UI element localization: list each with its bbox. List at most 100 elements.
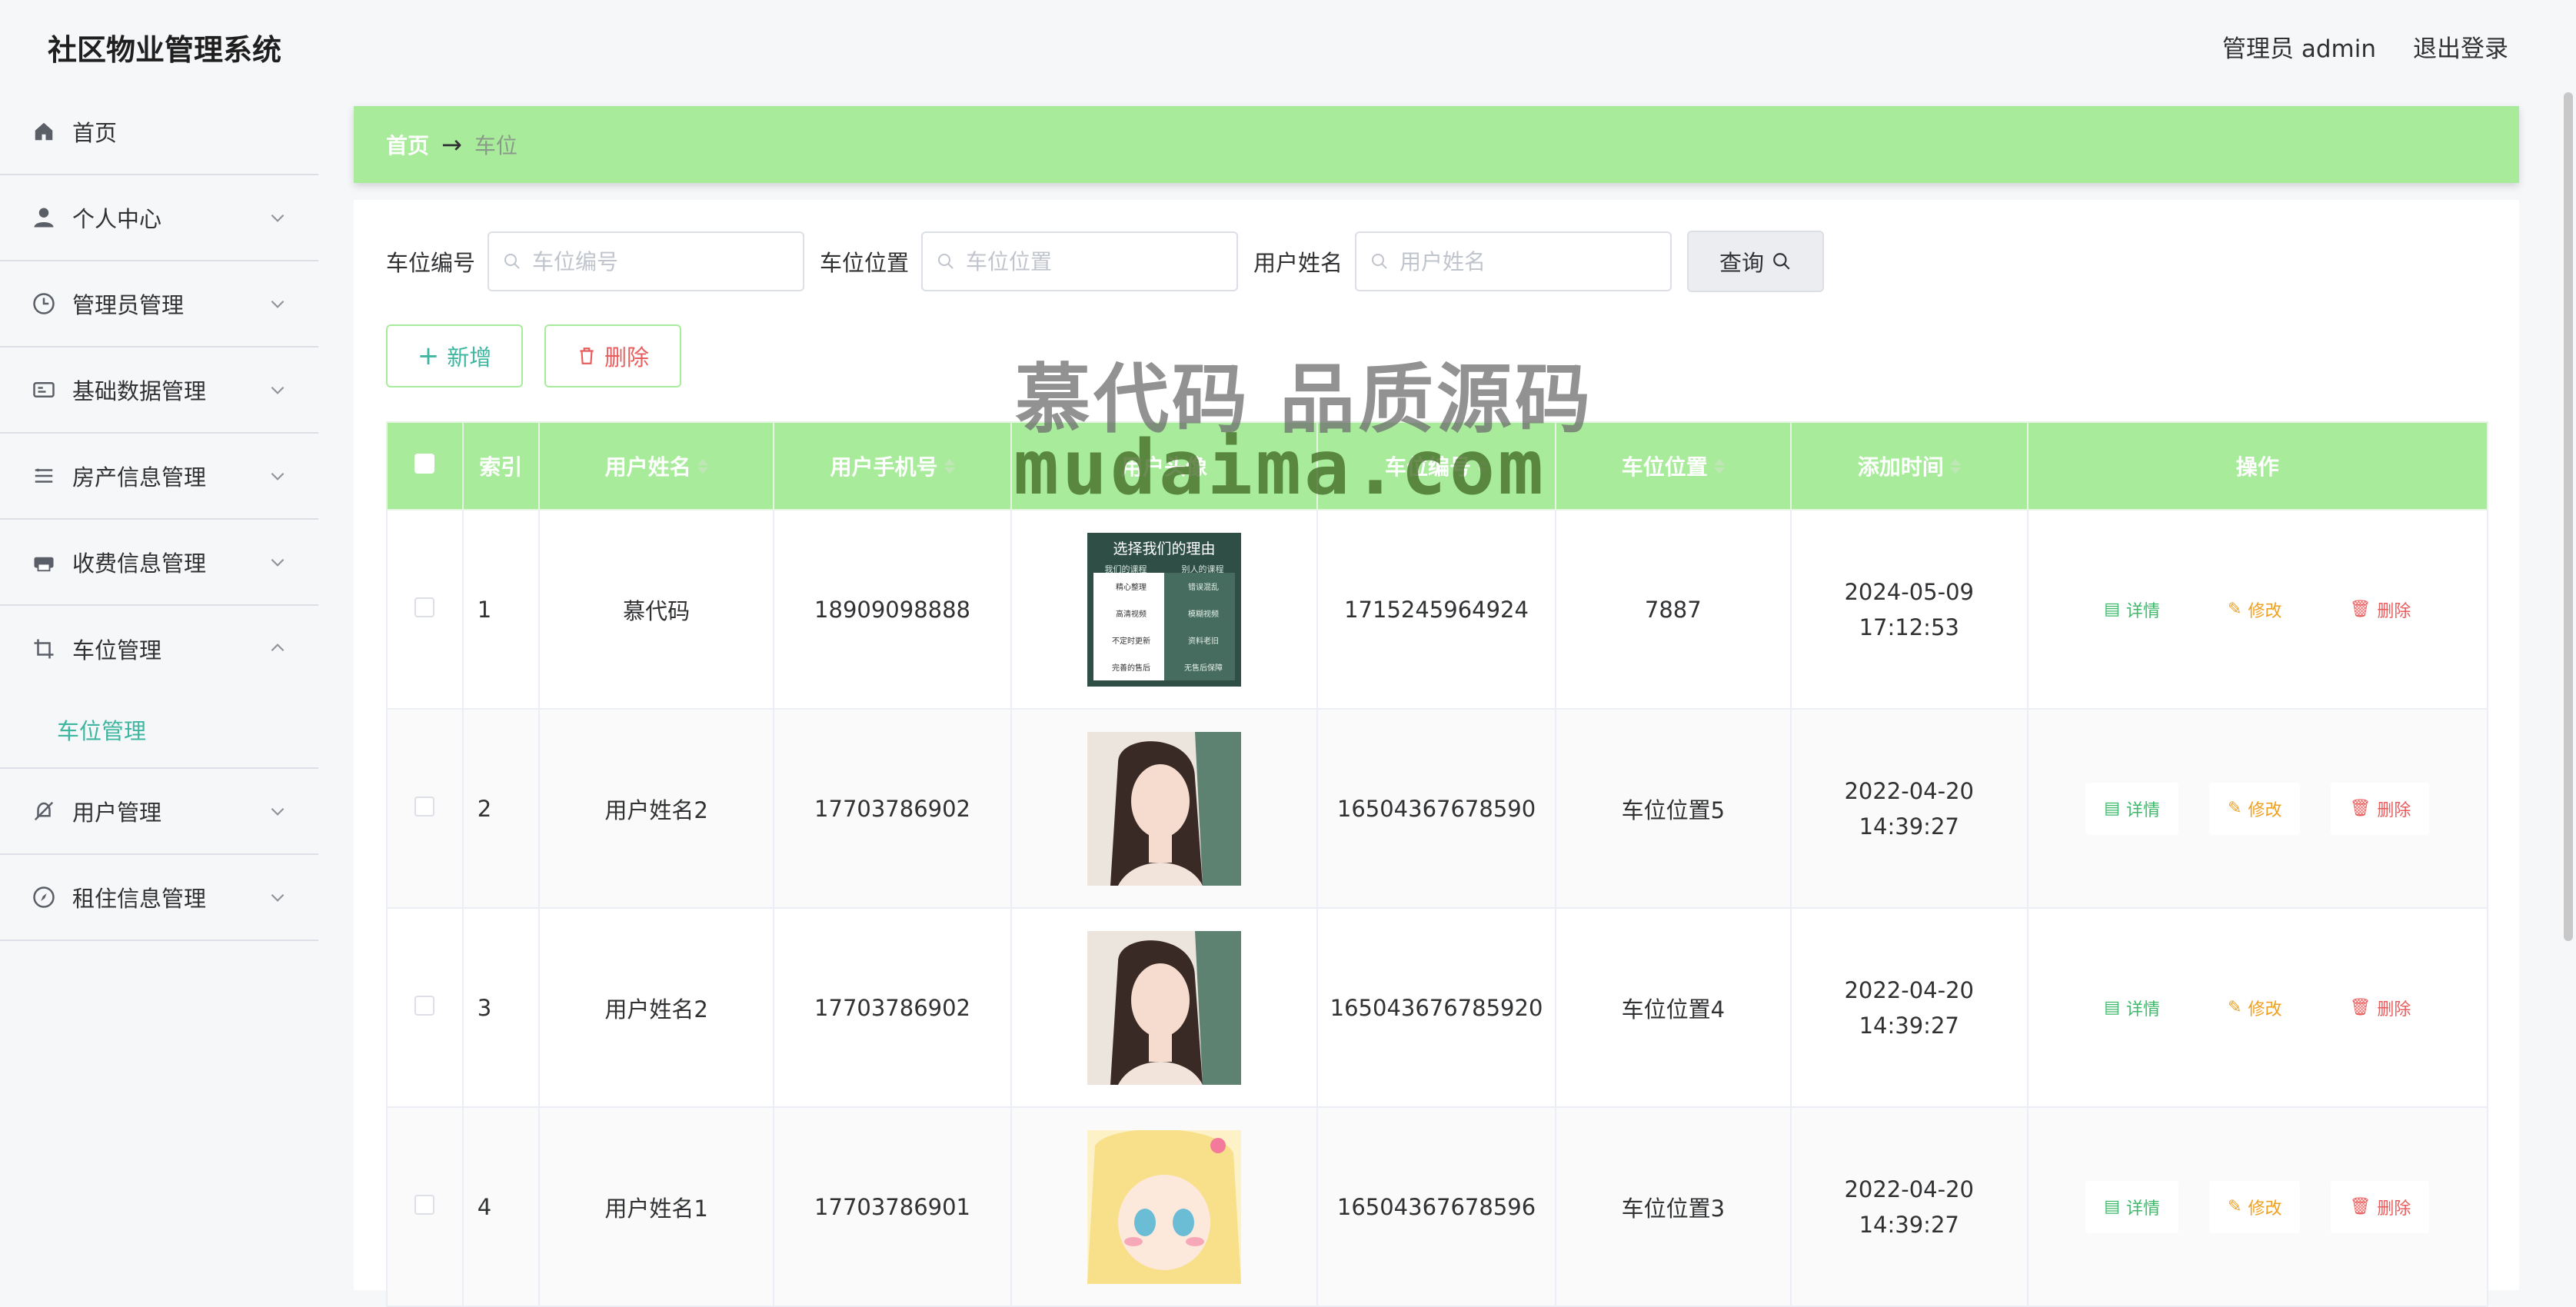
add-button[interactable]: + 新增 [386, 324, 523, 387]
edit-button[interactable]: ✎ 修改 [2209, 1180, 2301, 1233]
breadcrumb-home[interactable]: 首页 [386, 129, 429, 160]
row-checkbox[interactable] [414, 1194, 435, 1215]
detail-button[interactable]: ▤ 详情 [2085, 981, 2178, 1034]
avatar-image[interactable]: 选择我们的理由 我们的课程 别人的课程 精心整理 高清视频 不定时更新 完善的售后 错误… [1087, 532, 1241, 687]
header-phone[interactable]: 用户手机号 [773, 421, 1012, 510]
chevron-down-icon [271, 214, 285, 222]
breadcrumb: 首页 → 车位 [354, 106, 2519, 183]
chevron-down-icon [271, 893, 285, 902]
sidebar-item-label: 基础数据管理 [72, 378, 207, 404]
pencil-icon: ✎ [2228, 799, 2242, 818]
cell-avatar: 选择我们的理由 我们的课程 别人的课程 精心整理 高清视频 不定时更新 完善的售后 错误… [1010, 509, 1319, 710]
parking-code-field[interactable] [488, 231, 805, 291]
delete-button-label: 删除 [604, 344, 649, 371]
cell-name: 慕代码 [537, 509, 775, 710]
document-icon: ▤ [2104, 799, 2120, 818]
sidebar-item-label: 首页 [72, 120, 118, 146]
watermark-url: mudaima.com [1013, 424, 1547, 512]
sort-icon[interactable] [1949, 458, 1961, 474]
add-button-label: 新增 [447, 344, 492, 371]
sort-icon[interactable] [944, 458, 955, 474]
cell-name: 用户姓名1 [537, 1106, 775, 1307]
header-name[interactable]: 用户姓名 [537, 421, 775, 510]
detail-button[interactable]: ▤ 详情 [2085, 782, 2178, 835]
logout-link[interactable]: 退出登录 [2413, 29, 2508, 64]
cell-avatar [1010, 907, 1319, 1108]
row-delete-button[interactable]: 🗑 删除 [2331, 1180, 2430, 1233]
row-delete-button[interactable]: 🗑 删除 [2331, 782, 2430, 835]
avatar-image[interactable] [1087, 731, 1241, 886]
sidebar-item-label: 收费信息管理 [72, 550, 207, 577]
bell-off-icon [31, 798, 57, 824]
sidebar-item-profile[interactable]: 个人中心 [0, 175, 318, 261]
trash-icon: 🗑 [2349, 799, 2371, 818]
chevron-down-icon [271, 558, 285, 567]
user-name-input[interactable] [1398, 248, 1663, 275]
chevron-down-icon [271, 386, 285, 394]
table-row: 2 用户姓名2 17703786902 16504367678590 车位位置5… [386, 708, 2489, 909]
row-select[interactable] [386, 907, 464, 1108]
cell-phone: 17703786901 [773, 1106, 1012, 1307]
sidebar-item-users[interactable]: 用户管理 [0, 769, 318, 855]
row-select[interactable] [386, 509, 464, 710]
cell-code: 165043676785920 [1316, 907, 1556, 1108]
sidebar-item-fees[interactable]: 收费信息管理 [0, 520, 318, 606]
row-select[interactable] [386, 1106, 464, 1307]
main-content: 首页 → 车位 车位编号 车位位置 用户姓名 查询 [354, 89, 2519, 1307]
cell-index: 1 [461, 509, 540, 710]
edit-button[interactable]: ✎ 修改 [2209, 981, 2301, 1034]
cell-phone: 17703786902 [773, 708, 1012, 909]
avatar-image[interactable] [1087, 1129, 1241, 1284]
cell-phone: 17703786902 [773, 907, 1012, 1108]
edit-button[interactable]: ✎ 修改 [2209, 583, 2301, 636]
top-bar: 社区物业管理系统 管理员 admin 退出登录 [0, 0, 2576, 89]
admin-user-label[interactable]: 管理员 admin [2222, 29, 2376, 64]
search-icon [938, 254, 954, 269]
row-delete-button[interactable]: 🗑 删除 [2331, 583, 2430, 636]
sidebar-item-parking[interactable]: 车位管理 [0, 606, 318, 692]
cell-actions: ▤ 详情 ✎ 修改 🗑 删除 [2026, 1106, 2489, 1307]
detail-button[interactable]: ▤ 详情 [2085, 583, 2178, 636]
user-name-field[interactable] [1355, 231, 1672, 291]
avatar-image[interactable] [1087, 930, 1241, 1085]
sidebar-item-property[interactable]: 房产信息管理 [0, 434, 318, 520]
crop-icon [31, 636, 57, 662]
compass-icon [31, 884, 57, 910]
delete-button[interactable]: 删除 [544, 324, 681, 387]
sidebar: 首页 个人中心 管理员管理 基础数据管理 房产信息管理 收费信息管理 车位管理 … [0, 89, 318, 1290]
edit-button[interactable]: ✎ 修改 [2209, 782, 2301, 835]
document-icon: ▤ [2104, 998, 2120, 1017]
detail-button[interactable]: ▤ 详情 [2085, 1180, 2178, 1233]
parking-location-input[interactable] [964, 248, 1230, 275]
row-delete-button[interactable]: 🗑 删除 [2331, 981, 2430, 1034]
sidebar-item-admins[interactable]: 管理员管理 [0, 261, 318, 348]
parking-location-label: 车位位置 [820, 250, 910, 276]
breadcrumb-arrow: → [441, 130, 462, 159]
vertical-scrollbar[interactable] [2561, 89, 2576, 1290]
parking-code-label: 车位编号 [386, 250, 476, 276]
clock-icon [31, 291, 57, 317]
query-button[interactable]: 查询 [1687, 231, 1825, 292]
row-checkbox[interactable] [414, 796, 435, 816]
row-checkbox[interactable] [414, 597, 435, 617]
header-time[interactable]: 添加时间 [1789, 421, 2029, 510]
sidebar-item-label: 用户管理 [72, 800, 162, 826]
row-select[interactable] [386, 708, 464, 909]
sidebar-item-basic-data[interactable]: 基础数据管理 [0, 348, 318, 434]
sidebar-item-home[interactable]: 首页 [0, 89, 318, 175]
sort-icon[interactable] [697, 458, 708, 474]
trash-icon [580, 348, 594, 364]
sort-icon[interactable] [1713, 458, 1725, 474]
row-checkbox[interactable] [414, 995, 435, 1016]
select-all-header[interactable] [386, 421, 464, 510]
parking-table: 索引 用户姓名 用户手机号 用户头像 车位编号 车位位置 添加时间 操作 1 慕… [386, 421, 2489, 1307]
cell-location: 车位位置4 [1554, 907, 1792, 1108]
parking-code-input[interactable] [531, 248, 796, 275]
parking-location-field[interactable] [921, 231, 1239, 291]
scrollbar-thumb[interactable] [2564, 92, 2573, 941]
sidebar-subitem-parking[interactable]: 车位管理 [0, 692, 318, 769]
cell-code: 16504367678590 [1316, 708, 1556, 909]
cell-index: 3 [461, 907, 540, 1108]
select-all-checkbox[interactable] [414, 453, 435, 474]
sidebar-item-rentals[interactable]: 租住信息管理 [0, 855, 318, 941]
